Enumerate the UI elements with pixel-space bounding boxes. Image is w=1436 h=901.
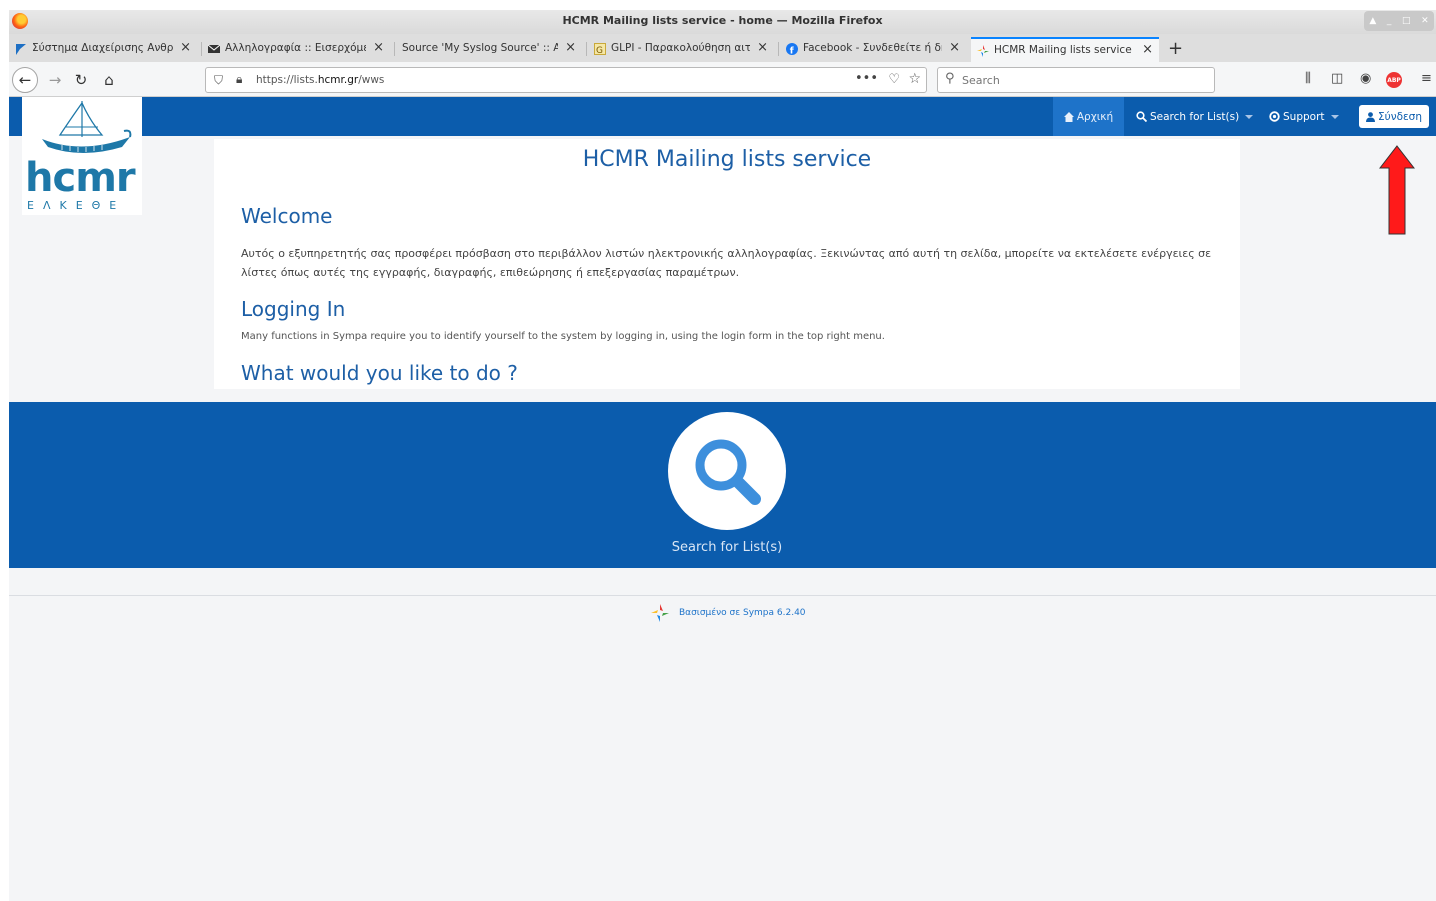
home-icon	[1063, 111, 1074, 122]
forward-button[interactable]: →	[43, 68, 67, 92]
reload-button[interactable]: ↻	[69, 68, 93, 92]
title-bar: HCMR Mailing lists service - home — Mozi…	[9, 10, 1436, 34]
footer: Βασισμένο σε Sympa 6.2.40	[651, 603, 806, 623]
what-to-do-heading: What would you like to do ?	[241, 361, 518, 385]
arrow-right-icon: →	[48, 71, 62, 89]
nav-support[interactable]: Support	[1269, 97, 1339, 136]
page-title: HCMR Mailing lists service	[582, 147, 872, 172]
blue-flag-icon	[16, 44, 26, 55]
facebook-icon: f	[786, 43, 798, 55]
nav-home[interactable]: Αρχική	[1053, 97, 1124, 136]
user-icon	[1366, 111, 1375, 122]
url-prefix: https://lists.	[256, 74, 318, 86]
login-label: Σύνδεση	[1378, 110, 1422, 123]
nav-search-lists[interactable]: Search for List(s)	[1136, 97, 1254, 136]
minimize-icon[interactable]: _	[1387, 16, 1392, 26]
address-bar[interactable]: ⛉ 🔒︎ https://lists.hcmr.gr/wws ••• ♡ ☆	[205, 67, 927, 93]
url-path: /wws	[358, 74, 385, 86]
tab-glpi[interactable]: G GLPI - Παρακολούθηση αιτήματος ×	[588, 37, 774, 61]
library-icon[interactable]: ⫼	[1305, 71, 1311, 86]
pocket-icon[interactable]: ♡	[888, 72, 900, 87]
adblock-icon[interactable]: ABP	[1386, 72, 1402, 88]
sympa-icon	[977, 45, 989, 57]
hcmr-logo[interactable]: hcmr ΕΛΚΕΘΕ	[22, 97, 142, 215]
nav-search-label: Search for List(s)	[1150, 110, 1240, 123]
search-lists-label[interactable]: Search for List(s)	[9, 540, 1436, 555]
back-button[interactable]: ←	[12, 67, 38, 93]
tracking-shield-icon[interactable]: ⛉	[214, 73, 223, 88]
tab-strip: Σύστημα Διαχείρισης Ανθρώ × Αλληλογραφία…	[9, 34, 1436, 62]
tab-label: GLPI - Παρακολούθηση αιτήματος	[611, 42, 750, 54]
nav-support-label: Support	[1283, 110, 1325, 123]
sidebar-icon[interactable]: ◫	[1331, 71, 1343, 86]
logging-in-text: Many functions in Sympa require you to i…	[241, 331, 885, 342]
close-tab-icon[interactable]: ×	[565, 40, 576, 55]
tab-syslog[interactable]: Source 'My Syslog Source' :: Admin ×	[396, 37, 582, 61]
web-page: Αρχική Search for List(s) Support Σύνδεσ…	[9, 97, 1436, 901]
url-text[interactable]: https://lists.hcmr.gr/wws	[256, 74, 384, 86]
tab-hcmr-active[interactable]: HCMR Mailing lists service - home ×	[971, 37, 1159, 62]
logo-subtitle: ΕΛΚΕΘΕ	[27, 199, 126, 212]
tab-label: Source 'My Syslog Source' :: Admin	[402, 42, 558, 54]
page-actions-icon[interactable]: •••	[855, 71, 878, 86]
main-content-panel: HCMR Mailing lists service Welcome Αυτός…	[214, 139, 1240, 389]
maximize-icon[interactable]: □	[1402, 16, 1411, 26]
logging-in-heading: Logging In	[241, 297, 346, 321]
tab-facebook[interactable]: f Facebook - Συνδεθείτε ή δημιουργήστε ×	[780, 37, 966, 61]
close-tab-icon[interactable]: ×	[949, 40, 960, 55]
new-tab-button[interactable]: +	[1168, 38, 1183, 59]
nav-home-label: Αρχική	[1076, 110, 1114, 123]
close-window-icon[interactable]: ✕	[1421, 16, 1429, 26]
search-icon: ⚲	[945, 71, 955, 86]
tab-label: Αλληλογραφία :: Εισερχόμενα	[225, 42, 366, 54]
reload-icon: ↻	[74, 71, 88, 89]
tab-hr-system[interactable]: Σύστημα Διαχείρισης Ανθρώ ×	[9, 37, 197, 61]
account-icon[interactable]: ◉	[1360, 71, 1371, 86]
welcome-text: Αυτός ο εξυπηρετητής σας προσφέρει πρόσβ…	[241, 247, 1212, 279]
svg-text:G: G	[596, 46, 603, 55]
close-tab-icon[interactable]: ×	[757, 40, 768, 55]
magnifier-icon	[695, 439, 761, 505]
window-title: HCMR Mailing lists service - home — Mozi…	[562, 14, 883, 27]
lifebuoy-icon	[1269, 111, 1280, 122]
window-menu-icon[interactable]: ▲	[1369, 16, 1376, 26]
chevron-down-icon	[1245, 114, 1254, 119]
menu-icon[interactable]: ≡	[1421, 71, 1432, 86]
url-domain: hcmr.gr	[317, 74, 359, 86]
home-icon: ⌂	[104, 71, 114, 89]
close-tab-icon[interactable]: ×	[373, 40, 384, 55]
logo-wordmark: hcmr	[25, 155, 136, 201]
navigation-toolbar: ← → ↻ ⌂ ⛉ 🔒︎ https://lists.hcmr.gr/wws •…	[9, 62, 1436, 97]
footer-divider	[9, 595, 1436, 596]
footer-prefix: Βασισμένο σε	[679, 608, 741, 618]
tab-label: Σύστημα Διαχείρισης Ανθρώ	[32, 42, 173, 54]
search-lists-action[interactable]	[668, 412, 786, 530]
search-icon	[1136, 111, 1147, 122]
browser-window: HCMR Mailing lists service - home — Mozi…	[9, 10, 1436, 901]
arrow-left-icon: ←	[18, 71, 32, 89]
red-arrow-annotation	[1379, 145, 1415, 235]
sympa-logo-icon	[651, 604, 669, 622]
svg-text:f: f	[790, 47, 794, 56]
search-bar[interactable]: ⚲	[937, 67, 1215, 93]
login-button[interactable]: Σύνδεση	[1359, 105, 1429, 128]
bookmark-star-icon[interactable]: ☆	[908, 71, 921, 87]
search-input[interactable]	[962, 72, 1202, 88]
tab-label: Facebook - Συνδεθείτε ή δημιουργήστε	[803, 42, 942, 54]
sympa-version-link[interactable]: Sympa 6.2.40	[743, 608, 806, 618]
tab-mail[interactable]: Αλληλογραφία :: Εισερχόμενα ×	[202, 37, 390, 61]
close-tab-icon[interactable]: ×	[1142, 42, 1153, 57]
tab-label: HCMR Mailing lists service - home	[994, 44, 1135, 56]
home-button[interactable]: ⌂	[97, 68, 121, 92]
site-navbar: Αρχική Search for List(s) Support Σύνδεσ…	[9, 97, 1436, 136]
envelope-icon	[208, 44, 220, 53]
glpi-icon: G	[594, 43, 606, 55]
padlock-icon[interactable]: 🔒︎	[236, 72, 242, 87]
welcome-heading: Welcome	[241, 204, 333, 228]
window-controls[interactable]: ▲ _ □ ✕	[1364, 11, 1434, 31]
chevron-down-icon	[1330, 114, 1339, 119]
ship-icon	[42, 101, 132, 153]
close-tab-icon[interactable]: ×	[180, 40, 191, 55]
actions-band: Search for List(s)	[9, 402, 1436, 568]
